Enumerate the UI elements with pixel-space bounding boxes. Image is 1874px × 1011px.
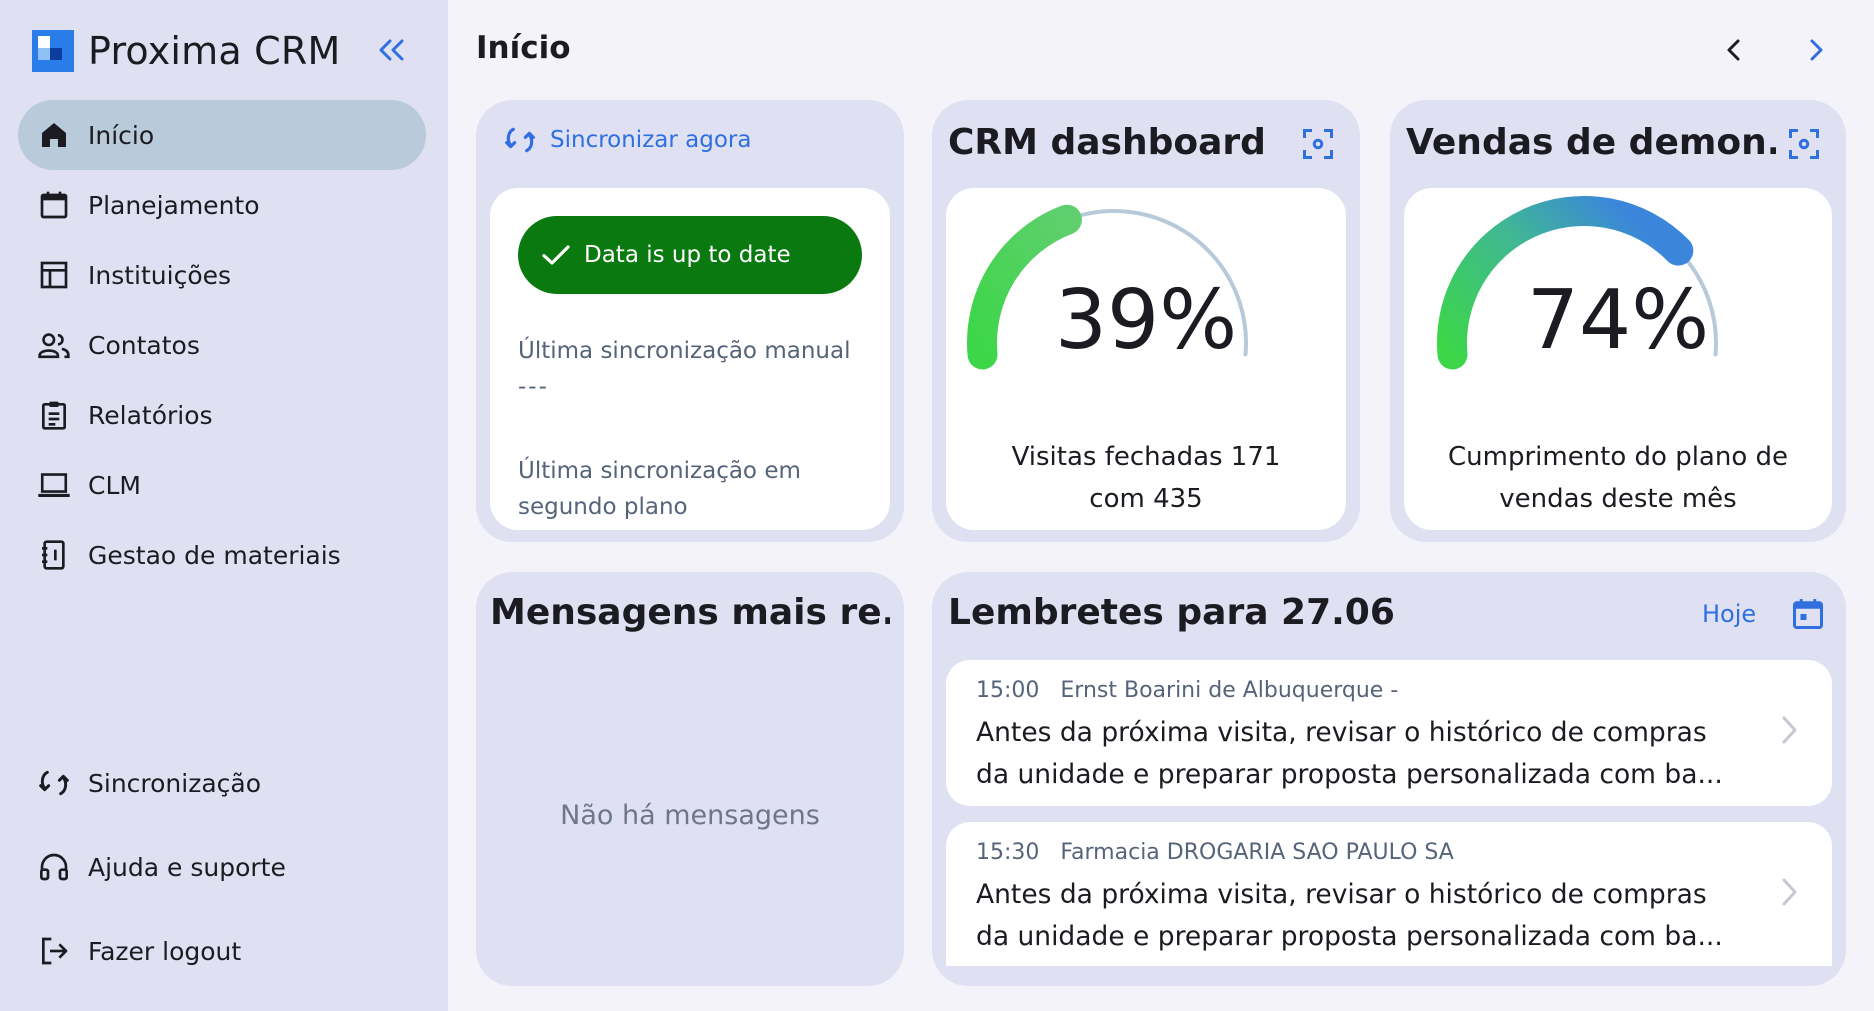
page-title: Início	[476, 30, 571, 66]
card-title: CRM dashboard	[948, 122, 1266, 163]
crm-gauge: 39%	[967, 204, 1248, 370]
app-title: Proxima CRM	[88, 29, 341, 73]
sidebar-item-instituicoes[interactable]: Instituições	[18, 240, 426, 310]
chevron-left-icon	[1727, 39, 1740, 61]
reminder-contact: Farmacia DROGARIA SAO PAULO SA	[1060, 840, 1454, 865]
sidebar-item-gestao-de-materiais[interactable]: Gestao de materiais	[18, 520, 426, 590]
sync-card: Sincronizar agora Data is up to date Últ…	[476, 100, 904, 542]
background-sync-label-2: segundo plano	[518, 494, 688, 520]
sidebar-item-label: Planejamento	[88, 190, 260, 220]
crm-gauge-panel: 39% Visitas fechadas 171 com 435	[946, 188, 1346, 530]
sidebar-item-ajuda-e-suporte[interactable]: Ajuda e suporte	[18, 832, 426, 902]
reminder-header: 15:00 Ernst Boarini de Albuquerque -	[976, 678, 1398, 703]
reminder-time: 15:30	[976, 840, 1040, 865]
reminder-item[interactable]: 15:00 Ernst Boarini de Albuquerque - Ant…	[946, 660, 1832, 806]
chevron-right-icon	[1774, 872, 1804, 912]
sync-icon	[36, 765, 72, 801]
crm-dashboard-card: CRM dashboard 39% Visitas fechadas 171 c…	[932, 100, 1360, 542]
reminder-time: 15:00	[976, 678, 1040, 703]
headset-icon	[36, 849, 72, 885]
sidebar-item-label: Contatos	[88, 330, 200, 360]
reminder-header: 15:30 Farmacia DROGARIA SAO PAULO SA	[976, 840, 1454, 865]
check-icon	[542, 245, 570, 265]
crm-caption-1: Visitas fechadas 171	[1011, 442, 1281, 472]
card-title: Vendas de demon...	[1406, 122, 1776, 163]
notebook-icon	[36, 537, 72, 573]
double-chevron-left-icon	[379, 39, 404, 61]
institution-icon	[36, 257, 72, 293]
next-button[interactable]	[1796, 30, 1836, 70]
reminder-line: da unidade e preparar proposta personali…	[976, 921, 1723, 952]
sidebar-item-label: Instituições	[88, 260, 232, 290]
sidebar-item-contatos[interactable]: Contatos	[18, 310, 426, 380]
reminder-item[interactable]: 15:30 Farmacia DROGARIA SAO PAULO SA Ant…	[946, 822, 1832, 966]
logout-icon	[36, 933, 72, 969]
sidebar-item-label: Relatórios	[88, 400, 213, 430]
sidebar-item-planejamento[interactable]: Planejamento	[18, 170, 426, 240]
status-text: Data is up to date	[584, 242, 791, 268]
reminder-contact: Ernst Boarini de Albuquerque -	[1060, 678, 1399, 703]
previous-button[interactable]	[1714, 30, 1754, 70]
focus-icon	[1789, 129, 1819, 159]
sales-caption-1: Cumprimento do plano de	[1447, 442, 1789, 472]
sidebar-item-fazer-logout[interactable]: Fazer logout	[18, 916, 426, 986]
sales-card: Vendas de demon... 74% Cumprimento do pl…	[1390, 100, 1846, 542]
expand-sales-button[interactable]	[1784, 124, 1824, 164]
sync-now-link[interactable]: Sincronizar agora	[504, 124, 751, 156]
sidebar-item-clm[interactable]: CLM	[18, 450, 426, 520]
sales-gauge: 74%	[1437, 196, 1718, 370]
messages-card: Mensagens mais re... Não há mensagens	[476, 572, 904, 986]
sales-percent: 74%	[1527, 273, 1709, 368]
reminder-line: Antes da próxima visita, revisar o histó…	[976, 879, 1707, 910]
contacts-icon	[36, 327, 72, 363]
sidebar-item-sincronizacao[interactable]: Sincronização	[18, 748, 426, 818]
background-sync-label: Última sincronização em	[518, 458, 801, 484]
reminder-line: Antes da próxima visita, revisar o histó…	[976, 717, 1707, 748]
collapse-sidebar-button[interactable]	[372, 30, 412, 70]
sync-icon	[505, 127, 535, 153]
reminder-text: Antes da próxima visita, revisar o histó…	[976, 874, 1766, 958]
today-link[interactable]: Hoje	[1702, 600, 1756, 628]
empty-messages-text: Não há mensagens	[560, 800, 820, 831]
reminder-text: Antes da próxima visita, revisar o histó…	[976, 712, 1766, 796]
sales-gauge-panel: 74% Cumprimento do plano de vendas deste…	[1404, 188, 1832, 530]
sales-caption-2: vendas deste mês	[1499, 484, 1737, 514]
calendar-icon	[36, 187, 72, 223]
manual-sync-label: Última sincronização manual	[518, 338, 851, 364]
reminder-line: da unidade e preparar proposta personali…	[976, 759, 1723, 790]
brand: Proxima CRM	[32, 28, 340, 74]
status-badge: Data is up to date	[518, 216, 862, 294]
manual-sync-value: ---	[518, 374, 549, 400]
sidebar-item-label: CLM	[88, 470, 141, 500]
sidebar: Proxima CRM Início Planejamento Institui…	[0, 0, 448, 1011]
expand-crm-button[interactable]	[1298, 124, 1338, 164]
laptop-icon	[36, 467, 72, 503]
reminders-card: Lembretes para 27.06 Hoje 15:00 Ernst Bo…	[932, 572, 1846, 986]
app-logo-icon	[32, 30, 74, 72]
crm-percent: 39%	[1055, 273, 1237, 368]
sidebar-item-label: Gestao de materiais	[88, 540, 341, 570]
crm-caption-2: com 435	[1089, 484, 1203, 514]
sync-status-panel: Data is up to date Última sincronização …	[490, 188, 890, 530]
clipboard-icon	[36, 397, 72, 433]
card-title: Mensagens mais re...	[490, 592, 890, 633]
calendar-icon	[1793, 599, 1823, 629]
chevron-right-icon	[1810, 39, 1823, 61]
focus-icon	[1303, 129, 1333, 159]
sidebar-item-relatorios[interactable]: Relatórios	[18, 380, 426, 450]
chevron-right-icon	[1774, 710, 1804, 750]
card-title: Lembretes para 27.06	[948, 592, 1395, 633]
calendar-button[interactable]	[1788, 594, 1828, 634]
sidebar-item-label: Ajuda e suporte	[88, 852, 286, 882]
home-icon	[36, 117, 72, 153]
sidebar-item-label: Fazer logout	[88, 936, 242, 966]
sync-now-label: Sincronizar agora	[550, 127, 752, 153]
sidebar-item-label: Sincronização	[88, 768, 262, 798]
sidebar-item-inicio[interactable]: Início	[18, 100, 426, 170]
sidebar-item-label: Início	[88, 120, 155, 150]
